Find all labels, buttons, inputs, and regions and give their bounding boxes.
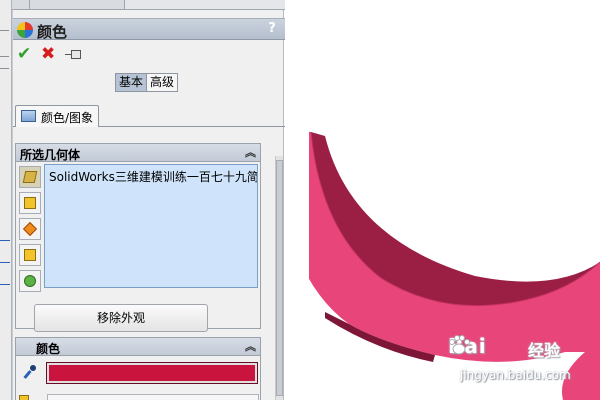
x-icon: ✖ [41, 44, 56, 64]
property-manager-header: 颜色 ? [13, 18, 285, 41]
part-shape [22, 171, 38, 183]
eyedropper-tip [23, 370, 32, 379]
face-filter-icon[interactable] [19, 218, 41, 240]
selected-geometry-list[interactable]: SolidWorks三维建模训练一百七十九简单 [44, 164, 258, 288]
watermark: Bai 经验 jingyan.baidu.com [448, 334, 596, 386]
body-filter-icon[interactable] [19, 192, 41, 214]
body-shape [24, 197, 36, 209]
feature-filter-icon[interactable] [19, 244, 41, 266]
tab-color-image[interactable]: 颜色/图象 [15, 105, 99, 127]
page-title: 颜色 [37, 23, 68, 41]
check-icon: ✔ [17, 44, 32, 64]
selected-geometry-group: 所选几何体 ︽ SolidWorks三维建模训练一百七十九简单 移除外观 [15, 143, 261, 332]
property-manager-panel: 颜色 ? ✔ ✖ 基本 高级 颜色/图象 所选几何体 ︽ SolidWorks三… [12, 10, 285, 400]
mode-basic-button[interactable]: 基本 [116, 74, 148, 91]
color-group: 颜色 ︽ [15, 337, 261, 400]
pin-button[interactable] [65, 50, 85, 60]
tree-highlight [0, 262, 10, 263]
property-manager-tab[interactable] [30, 0, 125, 9]
tree-highlight [0, 240, 10, 241]
eyedropper-icon[interactable] [22, 364, 36, 382]
tree-line [0, 30, 9, 31]
swatch-list-field[interactable] [47, 394, 259, 400]
watermark-url: jingyan.baidu.com [460, 368, 571, 382]
group-header[interactable]: 所选几何体 ︽ [16, 144, 260, 162]
swatch-list-icon [19, 395, 29, 400]
remove-appearance-button[interactable]: 移除外观 [34, 304, 208, 332]
top-tab-strip [0, 0, 288, 10]
ok-button[interactable]: ✔ [17, 44, 33, 64]
cancel-button[interactable]: ✖ [41, 44, 57, 64]
mode-advanced-button[interactable]: 高级 [147, 74, 178, 91]
collapse-icon[interactable]: ︽ [245, 340, 256, 354]
group-title: 所选几何体 [20, 148, 81, 162]
tree-highlight [0, 284, 10, 285]
list-item[interactable]: SolidWorks三维建模训练一百七十九简单 [49, 168, 257, 185]
color-list-row [17, 393, 259, 400]
help-button[interactable]: ? [265, 21, 279, 37]
model-clip-mask [285, 0, 309, 400]
tree-line [0, 68, 9, 69]
collapse-icon[interactable]: ︽ [245, 146, 256, 160]
feature-shape [24, 249, 36, 261]
part-filter-icon[interactable] [19, 166, 41, 188]
color-wheel-icon [17, 22, 33, 38]
group-header[interactable]: 颜色 ︽ [16, 338, 260, 356]
paw-logo-icon [449, 335, 470, 355]
feature-tree-edge [0, 0, 12, 400]
color-swatch[interactable] [46, 362, 258, 384]
scrollbar-thumb[interactable] [276, 160, 283, 396]
face-shape [22, 221, 38, 237]
image-icon [21, 110, 36, 122]
tab-label: 颜色/图象 [41, 111, 94, 125]
pushpin-head [71, 50, 81, 59]
panel-scrollbar[interactable] [275, 156, 283, 400]
eyedropper-bulb [30, 365, 36, 371]
mode-toggle: 基本 高级 [115, 73, 179, 92]
add-face-shape [24, 275, 36, 287]
watermark-service: 经验 [528, 341, 561, 360]
graphics-area[interactable]: Bai 经验 jingyan.baidu.com [285, 0, 600, 400]
add-face-filter-icon[interactable] [19, 270, 41, 292]
solidworks-window: 颜色 ? ✔ ✖ 基本 高级 颜色/图象 所选几何体 ︽ SolidWorks三… [0, 0, 600, 400]
tree-line [0, 56, 9, 57]
group-title: 颜色 [36, 342, 61, 356]
